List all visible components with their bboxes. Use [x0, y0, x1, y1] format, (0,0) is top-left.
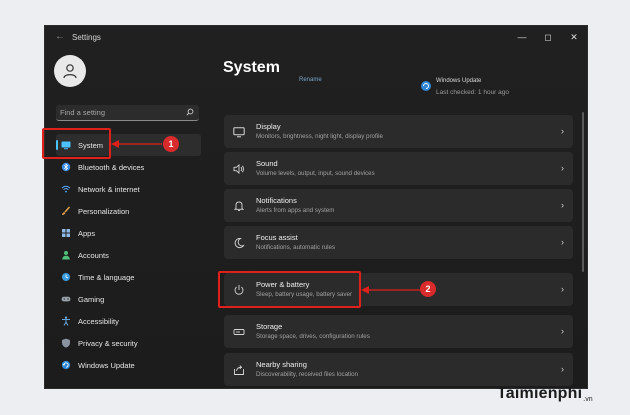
update-icon — [61, 360, 71, 370]
sidebar-item-label: Accounts — [78, 251, 109, 260]
brush-icon — [62, 206, 71, 215]
bell-icon — [233, 201, 245, 211]
gamepad-icon — [61, 296, 71, 302]
apps-icon — [62, 229, 70, 237]
setting-card-storage[interactable]: Storage Storage space, drives, configura… — [224, 315, 573, 348]
avatar[interactable] — [54, 55, 86, 87]
wifi-icon — [61, 185, 71, 193]
sidebar-item-accounts[interactable]: Accounts — [56, 244, 201, 266]
back-arrow-icon[interactable]: ← — [55, 31, 65, 42]
settings-window: ← Settings — ◻ ✕ Find a setting System B… — [44, 25, 588, 389]
sidebar-item-label: Network & internet — [78, 185, 140, 194]
window-controls: — ◻ ✕ — [509, 26, 587, 48]
sidebar-item-label: Apps — [78, 229, 96, 238]
sidebar-item-time-language[interactable]: Time & language — [56, 266, 201, 288]
card-title: Notifications — [256, 196, 297, 205]
chevron-right-icon: › — [561, 364, 564, 374]
sound-icon — [233, 164, 244, 174]
card-title: Display — [256, 122, 281, 131]
watermark: Taimienphi .vn — [497, 377, 593, 411]
highlight-box-system — [42, 128, 111, 159]
page-title: System — [223, 59, 280, 76]
rename-link[interactable]: Rename — [299, 77, 322, 83]
search-box[interactable] — [56, 105, 199, 121]
step-badge-1: 1 — [163, 136, 179, 152]
globe-clock-icon — [62, 273, 70, 281]
setting-card-sound[interactable]: Sound Volume levels, output, input, soun… — [224, 152, 573, 185]
chevron-right-icon: › — [561, 163, 564, 173]
watermark-brand: Taimienphi — [497, 385, 583, 402]
card-subtitle: Alerts from apps and system — [256, 207, 335, 214]
sidebar-item-accessibility[interactable]: Accessibility — [56, 310, 201, 332]
watermark-tld: .vn — [583, 395, 593, 403]
person-icon — [63, 64, 77, 79]
search-input[interactable] — [60, 105, 178, 120]
chevron-right-icon: › — [561, 200, 564, 210]
windows-update-icon — [421, 81, 431, 91]
card-title: Nearby sharing — [256, 360, 307, 369]
sidebar-item-windows-update[interactable]: Windows Update — [56, 354, 201, 376]
sidebar-item-privacy[interactable]: Privacy & security — [56, 332, 201, 354]
chevron-right-icon: › — [561, 126, 564, 136]
search-icon[interactable] — [186, 108, 194, 116]
card-subtitle: Storage space, drives, configuration rul… — [256, 333, 370, 340]
card-subtitle: Notifications, automatic rules — [256, 244, 336, 251]
sidebar-item-apps[interactable]: Apps — [56, 222, 201, 244]
sidebar-item-network[interactable]: Network & internet — [56, 178, 201, 200]
chevron-right-icon: › — [561, 237, 564, 247]
card-subtitle: Volume levels, output, input, sound devi… — [256, 170, 375, 177]
chevron-right-icon: › — [561, 326, 564, 336]
setting-card-notifications[interactable]: Notifications Alerts from apps and syste… — [224, 189, 573, 222]
close-button[interactable]: ✕ — [561, 26, 587, 48]
sidebar-item-bluetooth[interactable]: Bluetooth & devices — [56, 156, 201, 178]
highlight-box-power-battery — [218, 271, 361, 308]
step-badge-2: 2 — [420, 281, 436, 297]
sidebar-item-label: Gaming — [78, 295, 105, 304]
card-title: Sound — [256, 159, 278, 168]
arrow-annotation-2 — [361, 286, 420, 294]
sidebar-nav: System Bluetooth & devices Network & int… — [56, 134, 201, 376]
moon-icon — [234, 238, 245, 249]
setting-card-display[interactable]: Display Monitors, brightness, night ligh… — [224, 115, 573, 148]
display-icon — [233, 127, 245, 138]
sidebar-item-gaming[interactable]: Gaming — [56, 288, 201, 310]
sidebar-item-label: Accessibility — [78, 317, 119, 326]
sidebar-item-label: Privacy & security — [78, 339, 138, 348]
title-bar: ← Settings — ◻ ✕ — [45, 26, 587, 50]
setting-card-focus-assist[interactable]: Focus assist Notifications, automatic ru… — [224, 226, 573, 259]
window-title: Settings — [72, 33, 101, 42]
accessibility-icon — [62, 316, 70, 326]
card-subtitle: Monitors, brightness, night light, displ… — [256, 133, 383, 140]
sidebar-item-personalization[interactable]: Personalization — [56, 200, 201, 222]
bluetooth-icon — [61, 162, 71, 172]
screenshot-frame: ← Settings — ◻ ✕ Find a setting System B… — [0, 0, 630, 415]
person-icon — [62, 251, 70, 260]
card-subtitle: Discoverability, received files location — [256, 371, 359, 378]
maximize-button[interactable]: ◻ — [535, 26, 561, 48]
storage-icon — [233, 329, 245, 335]
sidebar-item-label: Time & language — [78, 273, 135, 282]
update-status: Last checked: 1 hour ago — [436, 89, 509, 96]
update-title: Windows Update — [436, 78, 482, 84]
shield-icon — [62, 338, 70, 348]
card-title: Focus assist — [256, 233, 298, 242]
sidebar-item-label: Personalization — [78, 207, 130, 216]
card-title: Storage — [256, 322, 283, 331]
share-icon — [234, 365, 244, 375]
minimize-button[interactable]: — — [509, 26, 535, 48]
sidebar-item-label: Windows Update — [78, 361, 135, 370]
chevron-right-icon: › — [561, 284, 564, 294]
scrollbar[interactable] — [582, 112, 584, 272]
arrow-annotation-1 — [111, 140, 162, 148]
sidebar-item-label: Bluetooth & devices — [78, 163, 145, 172]
